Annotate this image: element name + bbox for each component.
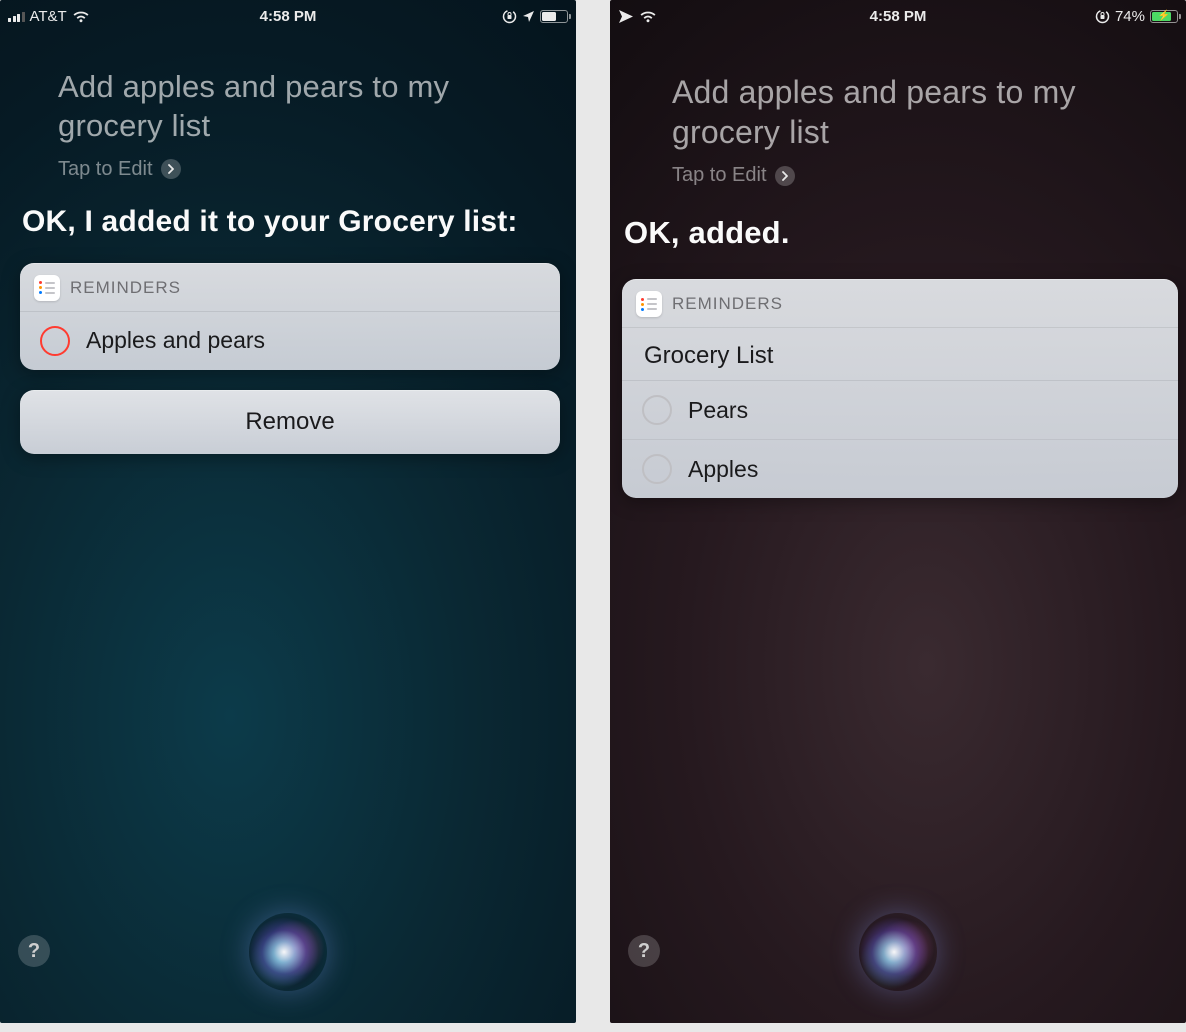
tap-to-edit-label: Tap to Edit <box>672 164 767 187</box>
status-bar: AT&T 4:58 PM <box>0 0 576 32</box>
remove-button-label: Remove <box>245 408 334 435</box>
tap-to-edit-label: Tap to Edit <box>58 158 153 181</box>
help-button[interactable]: ? <box>628 935 660 967</box>
siri-orb-icon[interactable] <box>859 913 937 991</box>
reminder-item-label: Pears <box>688 397 748 424</box>
reminder-item[interactable]: Apples and pears <box>20 312 560 370</box>
phone-right: 4:58 PM 74% ⚡ Add apples and pears to my… <box>610 0 1186 1023</box>
reminder-item[interactable]: Apples <box>622 440 1178 498</box>
siri-content: Add apples and pears to my grocery list … <box>610 72 1186 498</box>
chevron-right-icon <box>161 159 181 179</box>
tap-to-edit-button[interactable]: Tap to Edit <box>58 158 181 181</box>
reminder-circle-icon[interactable] <box>642 454 672 484</box>
battery-charging-icon: ⚡ <box>1150 10 1178 23</box>
reminders-card[interactable]: REMINDERS Apples and pears <box>20 263 560 370</box>
siri-response-text: OK, added. <box>624 215 1168 251</box>
reminder-circle-icon[interactable] <box>642 395 672 425</box>
help-icon: ? <box>638 940 650 963</box>
siri-response-text: OK, I added it to your Grocery list: <box>22 205 558 239</box>
reminders-list-title: Grocery List <box>622 328 1178 381</box>
reminders-card-header: REMINDERS <box>622 279 1178 328</box>
status-time: 4:58 PM <box>610 8 1186 25</box>
user-request-text: Add apples and pears to my grocery list <box>58 68 550 146</box>
user-request-text: Add apples and pears to my grocery list <box>672 72 1130 152</box>
reminders-app-label: REMINDERS <box>672 294 783 314</box>
siri-content: Add apples and pears to my grocery list … <box>0 68 576 454</box>
remove-button[interactable]: Remove <box>20 390 560 454</box>
reminders-card[interactable]: REMINDERS Grocery List Pears Apples <box>622 279 1178 498</box>
reminder-item[interactable]: Pears <box>622 381 1178 440</box>
reminders-app-icon <box>34 275 60 301</box>
status-bar: 4:58 PM 74% ⚡ <box>610 0 1186 32</box>
chevron-right-icon <box>775 166 795 186</box>
reminder-circle-icon[interactable] <box>40 326 70 356</box>
reminders-card-header: REMINDERS <box>20 263 560 312</box>
status-time: 4:58 PM <box>0 8 576 25</box>
reminder-item-label: Apples <box>688 456 758 483</box>
reminders-app-icon <box>636 291 662 317</box>
help-icon: ? <box>28 940 40 963</box>
reminder-item-label: Apples and pears <box>86 327 265 354</box>
battery-icon <box>540 10 568 23</box>
tap-to-edit-button[interactable]: Tap to Edit <box>672 164 795 187</box>
reminders-app-label: REMINDERS <box>70 278 181 298</box>
phone-left: AT&T 4:58 PM Add apples and pears to my … <box>0 0 576 1023</box>
help-button[interactable]: ? <box>18 935 50 967</box>
siri-orb-icon[interactable] <box>249 913 327 991</box>
